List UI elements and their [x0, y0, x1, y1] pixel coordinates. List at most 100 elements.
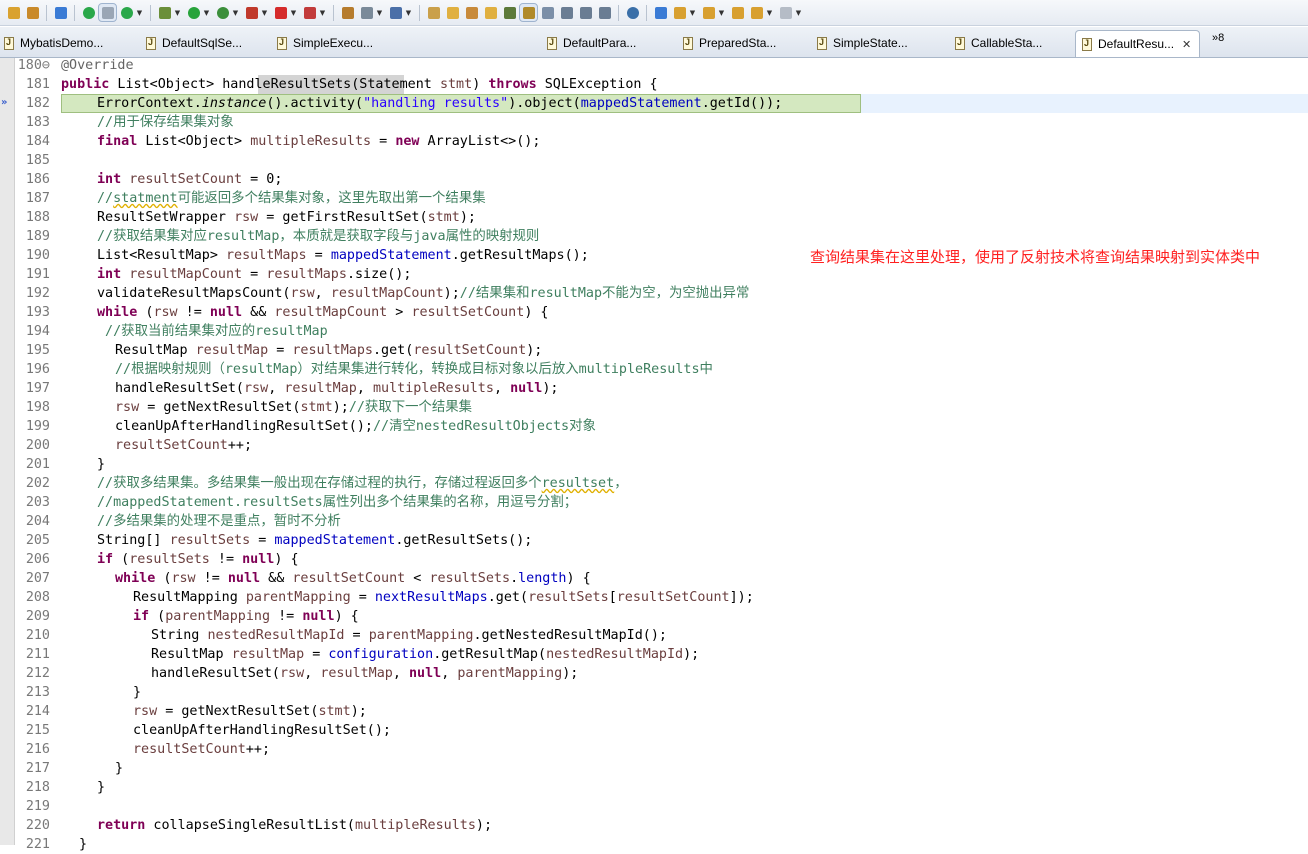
refresh-icon[interactable] — [118, 4, 135, 21]
code-line-195[interactable]: ResultMap resultMap = resultMaps.get(res… — [115, 341, 542, 360]
code-line-184[interactable]: final List<Object> multipleResults = new… — [97, 132, 540, 151]
code-line-194[interactable]: //获取当前结果集对应的resultMap — [97, 322, 328, 341]
deploy-icon[interactable] — [301, 4, 318, 21]
code-line-203[interactable]: //mappedStatement.resultSets属性列出多个结果集的名称… — [97, 493, 577, 512]
code-line-180[interactable]: @Override — [61, 56, 134, 75]
code-line-200[interactable]: resultSetCount++; — [115, 436, 252, 455]
globe-icon[interactable] — [624, 4, 641, 21]
chevron-down-icon[interactable]: ▼ — [136, 4, 143, 21]
chevron-down-icon[interactable]: ▼ — [766, 4, 773, 21]
task-icon[interactable] — [501, 4, 518, 21]
chevron-down-icon[interactable]: ▼ — [689, 4, 696, 21]
tab-defaultsqlsession[interactable]: DefaultSqlSe... — [146, 31, 242, 55]
link-icon[interactable] — [539, 4, 556, 21]
code-line-186[interactable]: int resultSetCount = 0; — [97, 170, 282, 189]
code-line-204[interactable]: //多结果集的处理不是重点，暂时不分析 — [97, 512, 341, 531]
close-icon[interactable]: ✕ — [1182, 38, 1191, 51]
chevron-down-icon[interactable]: ▼ — [232, 4, 239, 21]
package-icon[interactable] — [425, 4, 442, 21]
code-line-213[interactable]: } — [133, 683, 141, 702]
tab-defaultresultsethandler[interactable]: DefaultResu... ✕ — [1075, 30, 1201, 57]
back-icon[interactable] — [748, 4, 765, 21]
chevron-down-icon[interactable]: ▼ — [203, 4, 210, 21]
run-icon[interactable] — [185, 4, 202, 21]
code-line-208[interactable]: ResultMapping parentMapping = nextResult… — [133, 588, 754, 607]
code-editor[interactable]: » 180⊖ 181 182 183 184 185 186 187 188 189 190 191 1… — [0, 56, 1308, 852]
folder-icon[interactable] — [482, 4, 499, 21]
code-line-191[interactable]: int resultMapCount = resultMaps.size(); — [97, 265, 411, 284]
stop-icon[interactable] — [272, 4, 289, 21]
doc-icon[interactable] — [558, 4, 575, 21]
chevron-down-icon[interactable]: ▼ — [718, 4, 725, 21]
code-line-209[interactable]: if (parentMapping != null) { — [133, 607, 359, 626]
code-line-212[interactable]: handleResultSet(rsw, resultMap, null, pa… — [151, 664, 578, 683]
gear-icon[interactable] — [387, 4, 404, 21]
forward-icon[interactable] — [777, 4, 794, 21]
tab-preparedstatementhandler[interactable]: PreparedSta... — [683, 31, 776, 55]
chevron-down-icon[interactable]: ▼ — [795, 4, 802, 21]
code-line-187[interactable]: //statment可能返回多个结果集对象，这里先取出第一个结果集 — [97, 189, 486, 208]
code-line-206[interactable]: if (resultSets != null) { — [97, 550, 299, 569]
line-number: 203 — [25, 495, 50, 510]
chevron-down-icon[interactable]: ▼ — [174, 4, 181, 21]
open-type-icon[interactable] — [24, 4, 41, 21]
format-icon[interactable] — [339, 4, 356, 21]
folder-open-icon[interactable] — [444, 4, 461, 21]
build-icon[interactable] — [52, 4, 69, 21]
code-line-192[interactable]: validateResultMapsCount(rsw, resultMapCo… — [97, 284, 749, 303]
code-line-207[interactable]: while (rsw != null && resultSetCount < r… — [115, 569, 591, 588]
code-line-217[interactable]: } — [115, 759, 123, 778]
paragraph-icon[interactable] — [596, 4, 613, 21]
code-line-201[interactable]: } — [97, 455, 105, 474]
debug-icon[interactable] — [80, 4, 97, 21]
code-line-190[interactable]: List<ResultMap> resultMaps = mappedState… — [97, 246, 589, 265]
new-icon[interactable] — [5, 4, 22, 21]
prev-annotation-icon[interactable] — [700, 4, 717, 21]
tab-defaultparameterhandler[interactable]: DefaultPara... — [547, 31, 636, 55]
code-line-215[interactable]: cleanUpAfterHandlingResultSet(); — [133, 721, 391, 740]
code-line-197[interactable]: handleResultSet(rsw, resultMap, multiple… — [115, 379, 558, 398]
code-line-199[interactable]: cleanUpAfterHandlingResultSet();//清空nest… — [115, 417, 596, 436]
tab-simpleexecutor[interactable]: SimpleExecu... — [277, 31, 373, 55]
code-line-183[interactable]: //用于保存结果集对象 — [97, 113, 234, 132]
chevron-down-icon[interactable]: ▼ — [376, 4, 383, 21]
code-line-202[interactable]: //获取多结果集。多结果集一般出现在存储过程的执行，存储过程返回多个result… — [97, 474, 628, 493]
pen-icon[interactable] — [463, 4, 480, 21]
search-icon[interactable] — [652, 4, 669, 21]
block-icon[interactable] — [577, 4, 594, 21]
chevron-down-icon[interactable]: ▼ — [319, 4, 326, 21]
tab-label: DefaultResu... — [1098, 37, 1175, 51]
tab-simplestatementhandler[interactable]: SimpleState... — [817, 31, 908, 55]
code-line-216[interactable]: resultSetCount++; — [133, 740, 270, 759]
toolbar-separator — [618, 4, 619, 21]
tab-callablestatementhandler[interactable]: CallableSta... — [955, 31, 1042, 55]
server-icon[interactable] — [358, 4, 375, 21]
code-line-220[interactable]: return collapseSingleResultList(multiple… — [97, 816, 492, 835]
coverage-icon[interactable] — [243, 4, 260, 21]
chevron-down-icon[interactable]: ▼ — [405, 4, 412, 21]
code-line-182[interactable]: ErrorContext.instance().activity("handli… — [97, 94, 782, 113]
code-line-205[interactable]: String[] resultSets = mappedStatement.ge… — [97, 531, 532, 550]
code-line-214[interactable]: rsw = getNextResultSet(stmt); — [133, 702, 367, 721]
code-line-218[interactable]: } — [97, 778, 105, 797]
code-line-210[interactable]: String nestedResultMapId = parentMapping… — [151, 626, 667, 645]
next-annotation-icon[interactable] — [671, 4, 688, 21]
layout-icon[interactable] — [98, 3, 117, 22]
java-file-icon — [955, 36, 965, 50]
tab-overflow-button[interactable]: »8 — [1212, 32, 1224, 44]
bug-icon[interactable] — [156, 4, 173, 21]
last-edit-icon[interactable] — [729, 4, 746, 21]
code-line-196[interactable]: //根据映射规则（resultMap）对结果集进行转化，转换成目标对象以后放入m… — [115, 360, 713, 379]
chevron-down-icon[interactable]: ▼ — [261, 4, 268, 21]
code-line-181[interactable]: public List<Object> handleResultSets(Sta… — [61, 75, 658, 94]
code-line-193[interactable]: while (rsw != null && resultMapCount > r… — [97, 303, 549, 322]
annotation-ruler: » — [0, 58, 15, 845]
toggle-mark-icon[interactable] — [519, 3, 538, 22]
code-line-211[interactable]: ResultMap resultMap = configuration.getR… — [151, 645, 699, 664]
code-line-198[interactable]: rsw = getNextResultSet(stmt);//获取下一个结果集 — [115, 398, 472, 417]
chevron-down-icon[interactable]: ▼ — [290, 4, 297, 21]
code-line-188[interactable]: ResultSetWrapper rsw = getFirstResultSet… — [97, 208, 476, 227]
code-line-189[interactable]: //获取结果集对应resultMap，本质就是获取字段与java属性的映射规则 — [97, 227, 539, 246]
run-external-icon[interactable] — [214, 4, 231, 21]
tab-mybatisdemo[interactable]: MybatisDemo... — [4, 31, 103, 55]
